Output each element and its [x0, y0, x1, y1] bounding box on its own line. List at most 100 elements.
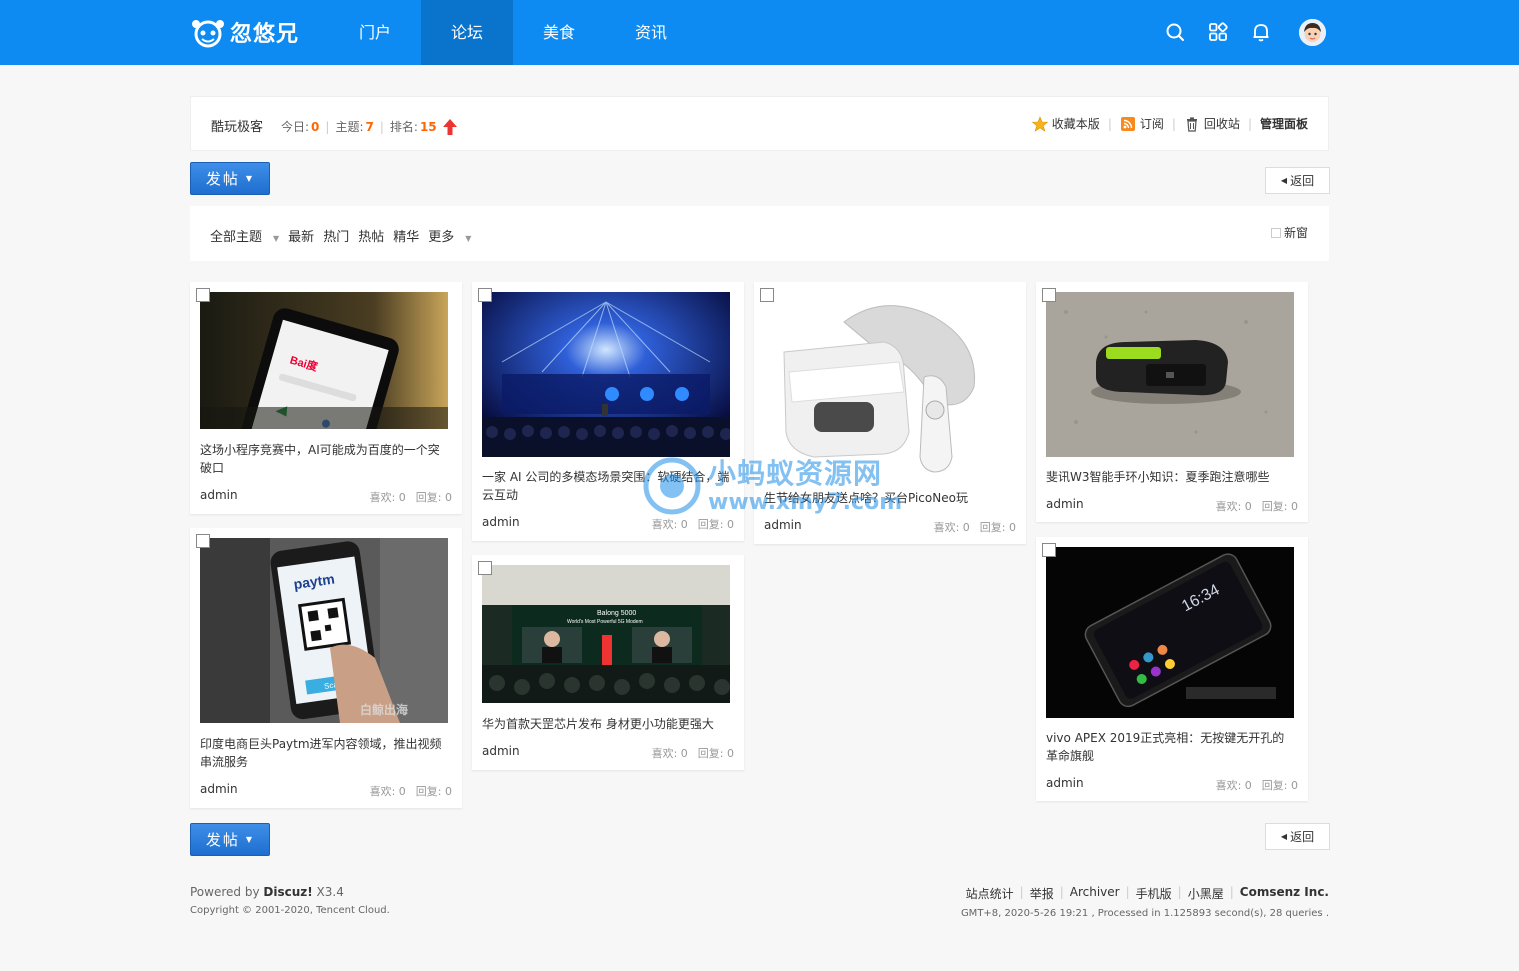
- divider: |: [379, 119, 384, 134]
- footer-company-link[interactable]: Comsenz Inc.: [1240, 885, 1329, 902]
- caret-down-icon: ▼: [245, 174, 255, 183]
- thread-author[interactable]: admin: [1046, 497, 1084, 511]
- thread-thumbnail[interactable]: [1046, 292, 1294, 457]
- thread-title[interactable]: 华为首款天罡芯片发布 身材更小功能更强大: [482, 715, 732, 733]
- likes-count: 喜欢: 0: [1215, 779, 1252, 792]
- topics-label: 主题:: [335, 120, 364, 134]
- thread-title[interactable]: 斐讯W3智能手环小知识：夏季跑注意哪些: [1046, 468, 1296, 486]
- thread-author[interactable]: admin: [200, 488, 238, 502]
- thread-thumbnail[interactable]: paytm Scan 白鲸出海: [200, 538, 448, 723]
- thread-meta: 喜欢: 0 回复: 0: [370, 489, 452, 505]
- thread-author[interactable]: admin: [764, 518, 802, 532]
- replies-count: 回复: 0: [1261, 779, 1298, 792]
- user-avatar[interactable]: [1299, 19, 1326, 46]
- discuz-link[interactable]: Discuz!: [263, 885, 312, 899]
- today-count: 0: [311, 119, 320, 134]
- thread-title[interactable]: 一家 AI 公司的多模态场景突围：软硬结合，端云互动: [482, 468, 732, 504]
- divider: |: [1247, 116, 1252, 131]
- trash-icon: [1186, 116, 1197, 132]
- select-checkbox[interactable]: [1042, 543, 1056, 557]
- back-button[interactable]: ◀ 返回: [1265, 167, 1330, 194]
- nav-food[interactable]: 美食: [513, 0, 605, 65]
- filter-digest[interactable]: 精华: [393, 226, 419, 245]
- footer-link-mobile[interactable]: 手机版: [1136, 885, 1172, 902]
- likes-count: 喜欢: 0: [651, 747, 688, 760]
- forum-name: 酷玩极客: [211, 120, 264, 135]
- likes-count: 喜欢: 0: [369, 785, 406, 798]
- select-checkbox[interactable]: [478, 561, 492, 575]
- powered-by: Powered by Discuz! X3.4: [190, 885, 390, 899]
- recycle-bin-button[interactable]: 回收站: [1184, 115, 1240, 132]
- thread-author[interactable]: admin: [482, 744, 520, 758]
- select-checkbox[interactable]: [196, 288, 210, 302]
- thread-title[interactable]: 这场小程序竞赛中，AI可能成为百度的一个突破口: [200, 441, 450, 477]
- thread-meta: 喜欢: 0 回复: 0: [370, 783, 452, 799]
- footer-link-archiver[interactable]: Archiver: [1070, 885, 1120, 902]
- thread-author[interactable]: admin: [482, 515, 520, 529]
- replies-count: 回复: 0: [697, 518, 734, 531]
- back-label: 返回: [1290, 174, 1315, 188]
- thread-card[interactable]: 16:34 vivo APEX 2019正式亮相：无按键无开孔的革命旗舰 adm…: [1036, 537, 1308, 801]
- thread-thumbnail[interactable]: Bai度: [200, 292, 448, 429]
- thread-author[interactable]: admin: [1046, 776, 1084, 790]
- new-window-toggle[interactable]: 新窗: [1270, 224, 1308, 241]
- nav-portal[interactable]: 门户: [329, 0, 421, 65]
- thread-card[interactable]: 斐讯W3智能手环小知识：夏季跑注意哪些 admin 喜欢: 0 回复: 0: [1036, 282, 1308, 522]
- replies-count: 回复: 0: [415, 491, 452, 504]
- site-logo[interactable]: 忽悠兄: [190, 14, 299, 50]
- thread-thumbnail[interactable]: 16:34: [1046, 547, 1294, 718]
- filter-hot[interactable]: 热门: [323, 226, 349, 245]
- new-window-checkbox[interactable]: [1270, 227, 1281, 238]
- footer-link-stats[interactable]: 站点统计: [966, 885, 1014, 902]
- thread-card[interactable]: Bai度 这场小程序竞赛中，AI可能成为百度的一个突破口 admin 喜欢: 0…: [190, 282, 462, 514]
- back-button-bottom[interactable]: ◀ 返回: [1265, 823, 1330, 850]
- thread-card[interactable]: Balong 5000 World's Most Powerful 5G Mod…: [472, 555, 744, 770]
- favorite-forum-button[interactable]: 收藏本版: [1031, 115, 1100, 132]
- topics-count: 7: [365, 119, 374, 134]
- divider: |: [1229, 885, 1234, 899]
- thread-title[interactable]: vivo APEX 2019正式亮相：无按键无开孔的革命旗舰: [1046, 729, 1296, 765]
- new-window-label: 新窗: [1283, 226, 1308, 240]
- thread-title[interactable]: 生节给女朋友送点啥？买台PicoNeo玩: [764, 489, 1014, 507]
- new-post-button-bottom[interactable]: 发帖 ▼: [190, 823, 270, 856]
- thread-author[interactable]: admin: [200, 782, 238, 796]
- grid-icon[interactable]: [1208, 22, 1228, 42]
- nav-forum[interactable]: 论坛: [421, 0, 513, 65]
- bell-icon[interactable]: [1251, 22, 1271, 42]
- new-post-button[interactable]: 发帖 ▼: [190, 162, 270, 195]
- subscribe-button[interactable]: 订阅: [1120, 115, 1164, 132]
- thread-thumbnail[interactable]: [482, 292, 730, 457]
- select-checkbox[interactable]: [760, 288, 774, 302]
- filter-more[interactable]: 更多 ▼: [428, 226, 471, 245]
- recycle-label: 回收站: [1203, 117, 1240, 131]
- select-checkbox[interactable]: [196, 534, 210, 548]
- thread-thumbnail[interactable]: [764, 292, 1012, 478]
- avatar-image: [1299, 19, 1326, 46]
- nav-news[interactable]: 资讯: [605, 0, 697, 65]
- filter-more-label: 更多: [428, 230, 455, 245]
- footer-link-report[interactable]: 举报: [1030, 885, 1054, 902]
- divider: |: [1177, 885, 1182, 899]
- today-label: 今日:: [281, 120, 310, 134]
- subscribe-label: 订阅: [1139, 117, 1164, 131]
- footer-link-blacklist[interactable]: 小黑屋: [1188, 885, 1224, 902]
- logo-text: 忽悠兄: [230, 22, 300, 47]
- replies-count: 回复: 0: [697, 747, 734, 760]
- filter-hot-posts[interactable]: 热帖: [358, 226, 384, 245]
- search-icon[interactable]: [1165, 22, 1185, 42]
- thread-card[interactable]: 生节给女朋友送点啥？买台PicoNeo玩 admin 喜欢: 0 回复: 0: [754, 282, 1026, 544]
- thread-card[interactable]: 一家 AI 公司的多模态场景突围：软硬结合，端云互动 admin 喜欢: 0 回复…: [472, 282, 744, 541]
- admin-panel-link[interactable]: 管理面板: [1260, 115, 1308, 132]
- footer-right: 站点统计 | 举报 | Archiver | 手机版 | 小黑屋 | Comsenz In…: [961, 885, 1329, 919]
- caret-left-icon: ◀: [1280, 176, 1288, 185]
- select-checkbox[interactable]: [1042, 288, 1056, 302]
- thread-card[interactable]: paytm Scan 白鲸出海 印度电商巨头Paytm进军内容领域，推出视频串流…: [190, 528, 462, 808]
- thread-title[interactable]: 印度电商巨头Paytm进军内容领域，推出视频串流服务: [200, 735, 450, 771]
- rank-label: 排名:: [389, 120, 418, 134]
- favorite-label: 收藏本版: [1051, 117, 1100, 131]
- select-checkbox[interactable]: [478, 288, 492, 302]
- stage-subtitle-text: World's Most Powerful 5G Modem: [567, 619, 643, 625]
- filter-all[interactable]: 全部主题 ▼: [210, 226, 279, 245]
- filter-newest[interactable]: 最新: [288, 226, 314, 245]
- thread-thumbnail[interactable]: Balong 5000 World's Most Powerful 5G Mod…: [482, 565, 730, 703]
